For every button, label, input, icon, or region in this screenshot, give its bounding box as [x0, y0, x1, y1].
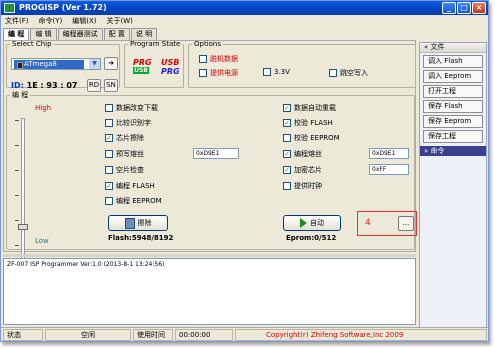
- app-icon: [4, 3, 15, 13]
- provide-clock-checkbox[interactable]: 提供时钟: [283, 181, 322, 191]
- sidebar-file-header[interactable]: « 文件: [420, 43, 486, 53]
- sidebar-item-open-project[interactable]: 打开工程: [423, 85, 483, 98]
- chip-select[interactable]: ATmega8 ▼: [11, 58, 101, 70]
- menu-command[interactable]: 命令(Y): [39, 15, 63, 27]
- menu-file[interactable]: 文件(F): [5, 15, 29, 27]
- splitter[interactable]: [3, 254, 416, 257]
- lock-hex-field[interactable]: 0xFF: [369, 164, 409, 175]
- more-button[interactable]: ...: [398, 216, 414, 231]
- highlight-box: 4 ...: [357, 211, 417, 236]
- chip-icon: [17, 62, 23, 69]
- program-panel: Select Chip ATmega8 ▼ ➜ ID: 1E : 93 : 07…: [3, 40, 417, 294]
- chevron-down-icon[interactable]: ▼: [89, 59, 100, 69]
- options-group: Options 脱机数据 提供电源 3.3V 跳空写入: [188, 40, 416, 88]
- program-flash-checkbox[interactable]: ✓ 编程 FLASH: [105, 181, 155, 191]
- erase-button[interactable]: 擦除: [108, 215, 168, 231]
- chip-value: ATmega8: [24, 60, 57, 68]
- close-button[interactable]: ×: [472, 2, 486, 14]
- tab-config[interactable]: 配 置: [103, 28, 130, 40]
- tab-help[interactable]: 说 明: [130, 28, 158, 40]
- play-icon: [300, 218, 307, 228]
- status-state: 空闲: [45, 329, 131, 341]
- chip-erase-checkbox[interactable]: ✓ 芯片擦除: [105, 133, 144, 143]
- status-bar: 状态 空闲 使用时间 00:00:00 Copyright(r) Zhifeng…: [1, 327, 488, 341]
- program-state-group: Program State PRG USB USB PRG: [124, 40, 184, 88]
- program-eeprom-checkbox[interactable]: 编程 EEPROM: [105, 196, 162, 206]
- copyright: Copyright(r) Zhifeng Software,Inc 2009: [235, 329, 487, 341]
- annotation-number: 4: [365, 218, 371, 228]
- verify-flash-checkbox[interactable]: ✓ 校验 FLASH: [283, 118, 333, 128]
- minimize-button[interactable]: _: [442, 2, 456, 14]
- tab-strip: 编 程 编 辑 编程器测试 配 置 说 明: [3, 28, 158, 40]
- pre-write-fuse-checkbox[interactable]: 预写熔丝: [105, 149, 144, 159]
- menu-edit[interactable]: 编辑(X): [72, 15, 96, 27]
- auto-button[interactable]: 自动: [283, 215, 341, 231]
- trash-icon: [124, 217, 135, 229]
- menu-about[interactable]: 关于(W): [107, 15, 133, 27]
- blank-check-checkbox[interactable]: 空片检查: [105, 165, 144, 175]
- speed-low-label: Low: [35, 237, 49, 245]
- supply-power-checkbox[interactable]: 提供电源: [199, 68, 238, 78]
- sidebar-item-load-flash[interactable]: 调入 Flash: [423, 55, 483, 68]
- verify-eeprom-checkbox[interactable]: 校验 EEPROM: [283, 133, 340, 143]
- sidebar-item-save-flash[interactable]: 保存 Flash: [423, 100, 483, 113]
- chip-id-label: ID:: [11, 81, 24, 90]
- sidebar: « 文件 调入 Flash 调入 Eeprom 打开工程 保存 Flash 保存…: [419, 42, 487, 341]
- lock-chip-checkbox[interactable]: ✓ 加密芯片: [283, 165, 322, 175]
- select-chip-legend: Select Chip: [12, 40, 52, 48]
- pre-fuse-hex-field[interactable]: 0xD9E1: [193, 148, 239, 159]
- sidebar-command-header[interactable]: » 命令: [420, 146, 486, 156]
- tab-programmer-test[interactable]: 编程器测试: [57, 28, 103, 40]
- eprom-usage: Eprom:0/512: [286, 234, 337, 242]
- status-label: 状态: [3, 329, 43, 341]
- menu-bar: 文件(F) 命令(Y) 编辑(X) 关于(W): [1, 15, 488, 27]
- program-legend: 编 程: [12, 91, 29, 99]
- main-window: PROGISP (Ver 1.72) _ □ × 文件(F) 命令(Y) 编辑(…: [0, 0, 489, 342]
- time-label: 使用时间: [133, 329, 173, 341]
- program-state-legend: Program State: [130, 40, 181, 48]
- voltage-checkbox[interactable]: 3.3V: [263, 68, 290, 76]
- sidebar-item-save-project[interactable]: 保存工程: [423, 130, 483, 143]
- log-output: ZF-007 ISP Programmer Ver:1.0 (2013-8-1 …: [3, 258, 416, 325]
- program-fuse-checkbox[interactable]: ✓ 编程熔丝: [283, 149, 322, 159]
- empty-write-checkbox[interactable]: 跳空写入: [329, 68, 368, 78]
- maximize-button[interactable]: □: [457, 2, 471, 14]
- tab-program[interactable]: 编 程: [3, 28, 30, 40]
- program-group: 编 程 High Low 数据改变下载 比较识别字 ✓ 芯片擦除 预写熔丝 空片检…: [6, 90, 415, 294]
- prg-usb-icon: PRG USB: [133, 58, 152, 74]
- arrow-right-button[interactable]: ➜: [104, 57, 118, 70]
- chip-id: ID: 1E : 93 : 07: [11, 81, 77, 90]
- speed-slider-thumb[interactable]: [18, 224, 28, 230]
- window-title: PROGISP (Ver 1.72): [19, 3, 107, 12]
- title-bar[interactable]: PROGISP (Ver 1.72) _ □ ×: [1, 1, 488, 15]
- usb-prg-icon: USB PRG: [161, 58, 180, 76]
- options-legend: Options: [194, 40, 222, 48]
- tab-edit[interactable]: 编 辑: [30, 28, 57, 40]
- sidebar-item-load-eeprom[interactable]: 调入 Eeprom: [423, 70, 483, 83]
- chip-id-value: 1E : 93 : 07: [26, 81, 78, 90]
- log-line: ZF-007 ISP Programmer Ver:1.0 (2013-8-1 …: [7, 261, 165, 268]
- download-on-change-checkbox[interactable]: 数据改变下载: [105, 103, 158, 113]
- auto-reload-checkbox[interactable]: ✓ 数据自动重载: [283, 103, 336, 113]
- select-chip-group: Select Chip ATmega8 ▼ ➜ ID: 1E : 93 : 07…: [6, 40, 120, 92]
- speed-high-label: High: [35, 104, 52, 112]
- flash-usage: Flash:5948/8192: [108, 234, 174, 242]
- compare-signature-checkbox[interactable]: 比较识别字: [105, 118, 151, 128]
- sidebar-item-save-eeprom[interactable]: 保存 Eeprom: [423, 115, 483, 128]
- time-value: 00:00:00: [175, 329, 233, 341]
- offline-data-checkbox[interactable]: 脱机数据: [199, 54, 238, 64]
- fuse-hex-field[interactable]: 0xD9E1: [369, 148, 409, 159]
